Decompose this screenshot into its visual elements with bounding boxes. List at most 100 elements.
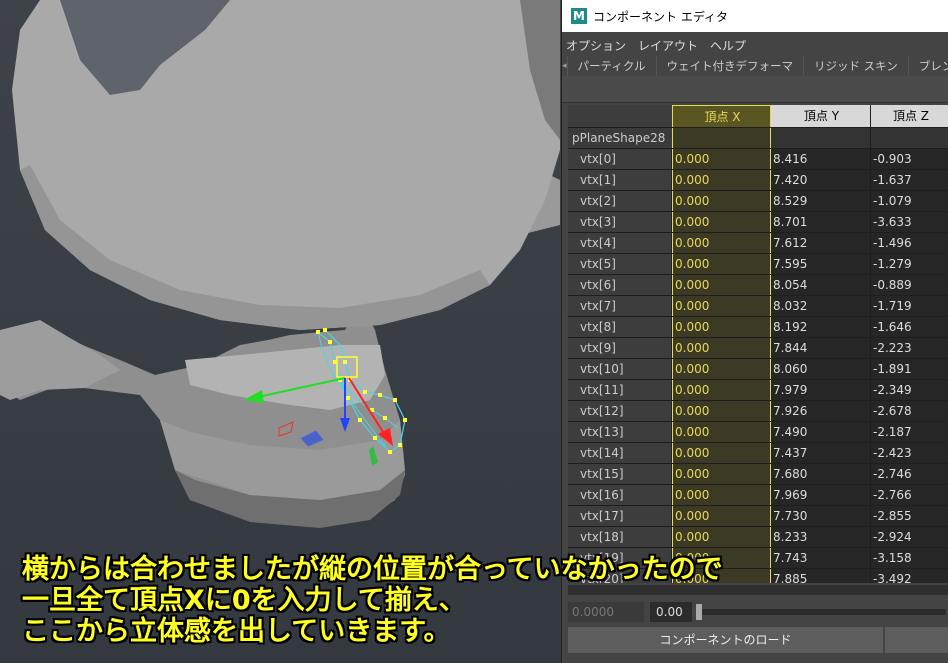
vertex-y-cell[interactable]: 7.595 bbox=[771, 254, 871, 274]
secondary-button[interactable] bbox=[885, 627, 948, 653]
vertex-z-cell[interactable]: -1.646 bbox=[871, 317, 948, 337]
header-vertex-y[interactable]: 頂点 Y bbox=[771, 105, 871, 127]
vertex-y-cell[interactable]: 8.054 bbox=[771, 275, 871, 295]
vertex-y-cell[interactable]: 8.192 bbox=[771, 317, 871, 337]
vertex-x-cell[interactable]: 0.000 bbox=[672, 296, 771, 316]
tab-particles[interactable]: パーティクル bbox=[567, 56, 657, 76]
vertex-x-cell[interactable]: 0.000 bbox=[672, 275, 771, 295]
vertex-y-cell[interactable]: 7.437 bbox=[771, 443, 871, 463]
vertex-z-cell[interactable]: -1.496 bbox=[871, 233, 948, 253]
vertex-x-cell[interactable]: 0.000 bbox=[672, 380, 771, 400]
table-row: vtx[5] 0.000 7.595 -1.279 bbox=[568, 254, 948, 275]
vertex-y-cell[interactable]: 7.612 bbox=[771, 233, 871, 253]
vertex-x-cell[interactable]: 0.000 bbox=[672, 443, 771, 463]
tab-blend-shapes[interactable]: ブレンド シェイプ bbox=[908, 56, 948, 76]
vertex-name: vtx[1] bbox=[568, 170, 672, 190]
group-label: pPlaneShape28 bbox=[568, 128, 672, 148]
vertex-y-cell[interactable]: 8.529 bbox=[771, 191, 871, 211]
vertex-y-cell[interactable]: 8.060 bbox=[771, 359, 871, 379]
vertex-x-cell[interactable]: 0.000 bbox=[672, 317, 771, 337]
vertex-name: vtx[6] bbox=[568, 275, 672, 295]
tab-weighted-deformers[interactable]: ウェイト付きデフォーマ bbox=[656, 56, 804, 76]
menu-help[interactable]: ヘルプ bbox=[710, 37, 746, 54]
vertex-name: vtx[11] bbox=[568, 380, 672, 400]
table-row: vtx[12] 0.000 7.926 -2.678 bbox=[568, 401, 948, 422]
caption-line-1: 横からは合わせましたが縦の位置が合っていなかったので bbox=[22, 554, 723, 585]
vertex-z-cell[interactable]: -2.223 bbox=[871, 338, 948, 358]
vertex-x-cell[interactable]: 0.000 bbox=[672, 149, 771, 169]
vertex-y-cell[interactable]: 7.926 bbox=[771, 401, 871, 421]
menu-options[interactable]: オプション bbox=[566, 37, 626, 54]
vertex-z-cell[interactable]: -1.719 bbox=[871, 296, 948, 316]
toolbar-strip bbox=[562, 76, 948, 103]
vertex-x-cell[interactable]: 0.000 bbox=[672, 338, 771, 358]
table-row: vtx[11] 0.000 7.979 -2.349 bbox=[568, 380, 948, 401]
vertex-name: vtx[15] bbox=[568, 464, 672, 484]
table-row: vtx[6] 0.000 8.054 -0.889 bbox=[568, 275, 948, 296]
vertex-x-cell[interactable]: 0.000 bbox=[672, 485, 771, 505]
vertex-z-cell[interactable]: -2.678 bbox=[871, 401, 948, 421]
caption-line-3: ここから立体感を出していきます。 bbox=[22, 616, 451, 647]
vertex-z-cell[interactable]: -2.349 bbox=[871, 380, 948, 400]
vertex-y-cell[interactable]: 7.885 bbox=[771, 569, 871, 583]
vertex-x-cell[interactable]: 0.000 bbox=[672, 191, 771, 211]
vertex-z-cell[interactable]: -0.903 bbox=[871, 149, 948, 169]
vertex-y-cell[interactable]: 8.032 bbox=[771, 296, 871, 316]
table-row: vtx[15] 0.000 7.680 -2.746 bbox=[568, 464, 948, 485]
table-row: vtx[9] 0.000 7.844 -2.223 bbox=[568, 338, 948, 359]
table-row: vtx[3] 0.000 8.701 -3.633 bbox=[568, 212, 948, 233]
vertex-z-cell[interactable]: -2.855 bbox=[871, 506, 948, 526]
header-corner bbox=[568, 105, 672, 127]
vertex-name: vtx[3] bbox=[568, 212, 672, 232]
group-row: pPlaneShape28 bbox=[568, 128, 948, 149]
vertex-z-cell[interactable]: -1.079 bbox=[871, 191, 948, 211]
vertex-z-cell[interactable]: -1.637 bbox=[871, 170, 948, 190]
vertex-x-cell[interactable]: 0.000 bbox=[672, 401, 771, 421]
vertex-y-cell[interactable]: 7.969 bbox=[771, 485, 871, 505]
vertex-y-cell[interactable]: 8.233 bbox=[771, 527, 871, 547]
vertex-z-cell[interactable]: -2.766 bbox=[871, 485, 948, 505]
vertex-z-cell[interactable]: -3.633 bbox=[871, 212, 948, 232]
vertex-x-cell[interactable]: 0.000 bbox=[672, 527, 771, 547]
vertex-x-cell[interactable]: 0.000 bbox=[672, 359, 771, 379]
vertex-x-cell[interactable]: 0.000 bbox=[672, 233, 771, 253]
vertex-z-cell[interactable]: -2.746 bbox=[871, 464, 948, 484]
vertex-name: vtx[9] bbox=[568, 338, 672, 358]
vertex-y-cell[interactable]: 7.680 bbox=[771, 464, 871, 484]
vertex-z-cell[interactable]: -2.924 bbox=[871, 527, 948, 547]
vertex-x-cell[interactable]: 0.000 bbox=[672, 506, 771, 526]
vertex-y-cell[interactable]: 8.416 bbox=[771, 149, 871, 169]
vertex-z-cell[interactable]: -2.423 bbox=[871, 443, 948, 463]
table-row: vtx[0] 0.000 8.416 -0.903 bbox=[568, 149, 948, 170]
vertex-y-cell[interactable]: 7.420 bbox=[771, 170, 871, 190]
vertex-y-cell[interactable]: 7.844 bbox=[771, 338, 871, 358]
vertex-z-cell[interactable]: -1.279 bbox=[871, 254, 948, 274]
vertex-y-cell[interactable]: 7.743 bbox=[771, 548, 871, 568]
vertex-x-cell[interactable]: 0.000 bbox=[672, 212, 771, 232]
caption-overlay: 横からは合わせましたが縦の位置が合っていなかったので 一旦全て頂点Xに0を入力し… bbox=[22, 554, 742, 647]
vertex-x-cell[interactable]: 0.000 bbox=[672, 170, 771, 190]
header-vertex-z[interactable]: 頂点 Z bbox=[871, 105, 948, 127]
vertex-y-cell[interactable]: 7.730 bbox=[771, 506, 871, 526]
vertex-z-cell[interactable]: -3.158 bbox=[871, 548, 948, 568]
menu-layout[interactable]: レイアウト bbox=[638, 37, 698, 54]
vertex-name: vtx[13] bbox=[568, 422, 672, 442]
vertex-x-cell[interactable]: 0.000 bbox=[672, 254, 771, 274]
vertex-y-cell[interactable]: 7.979 bbox=[771, 380, 871, 400]
header-vertex-x[interactable]: 頂点 X bbox=[672, 105, 771, 127]
table-row: vtx[10] 0.000 8.060 -1.891 bbox=[568, 359, 948, 380]
table-row: vtx[4] 0.000 7.612 -1.496 bbox=[568, 233, 948, 254]
vertex-z-cell[interactable]: -1.891 bbox=[871, 359, 948, 379]
vertex-x-cell[interactable]: 0.000 bbox=[672, 422, 771, 442]
tab-rigid-skins[interactable]: リジッド スキン bbox=[804, 56, 909, 76]
table-row: vtx[1] 0.000 7.420 -1.637 bbox=[568, 170, 948, 191]
vertex-z-cell[interactable]: -2.187 bbox=[871, 422, 948, 442]
window-title: コンポーネント エディタ bbox=[593, 9, 728, 24]
table-row: vtx[13] 0.000 7.490 -2.187 bbox=[568, 422, 948, 443]
vertex-z-cell[interactable]: -0.889 bbox=[871, 275, 948, 295]
vertex-z-cell[interactable]: -3.492 bbox=[871, 569, 948, 583]
vertex-x-cell[interactable]: 0.000 bbox=[672, 464, 771, 484]
vertex-y-cell[interactable]: 7.490 bbox=[771, 422, 871, 442]
vertex-y-cell[interactable]: 8.701 bbox=[771, 212, 871, 232]
title-bar[interactable]: M コンポーネント エディタ bbox=[562, 0, 948, 32]
